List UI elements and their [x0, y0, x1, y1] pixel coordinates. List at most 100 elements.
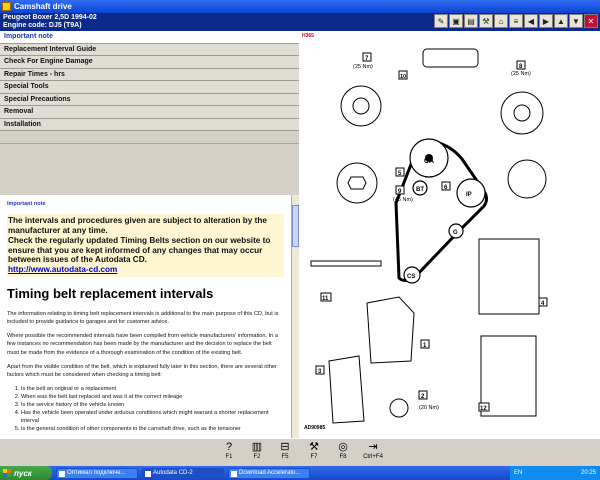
task-label: Оптимал подключе...: [67, 470, 126, 476]
fkey-label: F8: [339, 454, 347, 460]
window-icon: [231, 470, 237, 477]
exit-icon: ⇥: [368, 441, 378, 453]
belt-icon: ◎: [338, 441, 348, 453]
task-download-accelerator[interactable]: Download Accelerato...: [228, 467, 310, 479]
list-item: Has the vehicle been operated under ardu…: [21, 409, 284, 425]
forward-icon[interactable]: ▶: [539, 14, 553, 28]
section-menu: Important note Replacement Interval Guid…: [0, 31, 299, 161]
camshaft-drive-diagram: H365 CA BT IP G CS 7 (25 Nm) 8 (25 Nm) 1: [299, 31, 600, 438]
ctrl-f4-button[interactable]: ⇥ Ctrl+F4: [358, 440, 388, 466]
f8-button[interactable]: ◎ F8: [330, 440, 356, 466]
close-icon[interactable]: ✕: [584, 14, 598, 28]
upper-cover: [366, 296, 415, 364]
label-bt: BT: [416, 187, 424, 193]
diagram-svg: H365 CA BT IP G CS 7 (25 Nm) 8 (25 Nm) 1: [302, 33, 548, 431]
pump-detail: [507, 159, 547, 199]
menu-item-special-precautions[interactable]: Special Precautions: [0, 93, 299, 106]
tools-icon[interactable]: ⚒: [479, 14, 493, 28]
fkey-label: Ctrl+F4: [363, 454, 383, 460]
detail-4-drawing: [478, 238, 540, 315]
f5-button[interactable]: ⊟ F5: [272, 440, 298, 466]
detail-8-sprocket: [500, 91, 544, 135]
lower-cover: [328, 355, 365, 424]
list-item: Is the general condition of other compon…: [21, 425, 284, 433]
tensioner-detail: [389, 398, 409, 418]
autodata-link[interactable]: http://www.autodata-cd.com: [8, 265, 283, 275]
important-notice: The intervals and procedures given are s…: [7, 214, 284, 278]
torque-9: (45 Nm): [393, 197, 413, 203]
toolbar: ✎ ▣ ▤ ⚒ ⌂ ≡ ◀ ▶ ▲ ▼ ✕: [434, 14, 598, 28]
windows-flag-icon: [3, 469, 11, 477]
app-icon: [2, 2, 11, 11]
back-icon[interactable]: ◀: [524, 14, 538, 28]
torque-8: (25 Nm): [511, 71, 531, 77]
menu-item-engine-damage[interactable]: Check For Engine Damage: [0, 56, 299, 69]
paragraph-3: Apart from the visible condition of the …: [7, 363, 277, 378]
start-label: пуск: [14, 468, 32, 478]
task-autodata[interactable]: Autodata CD-2: [142, 467, 224, 479]
diagram-ref-top: H365: [302, 33, 314, 39]
fkey-label: F5: [281, 454, 289, 460]
locking-tool: [422, 48, 479, 68]
callout-10: 10: [400, 74, 406, 80]
page-heading: Timing belt replacement intervals: [7, 286, 214, 302]
callout-12: 12: [480, 406, 487, 412]
start-button[interactable]: пуск: [0, 466, 52, 480]
fkey-label: F2: [253, 454, 261, 460]
paragraph-2: Where possible the recommended intervals…: [7, 333, 278, 356]
tools-icon: ⚒: [309, 441, 319, 453]
up-icon[interactable]: ▲: [554, 14, 568, 28]
task-label: Autodata CD-2: [153, 470, 193, 476]
open-book-icon: ⊟: [280, 441, 290, 453]
notice-text-1: The intervals and procedures given are s…: [8, 216, 267, 235]
label-cs: CS: [407, 274, 415, 280]
home-icon[interactable]: ⌂: [494, 14, 508, 28]
detail-7-sprocket: [340, 85, 382, 127]
task-label: Download Accelerato...: [239, 470, 301, 476]
f1-button[interactable]: ? F1: [216, 440, 242, 466]
engine-code: Engine code: DJ5 (T9A): [3, 22, 82, 29]
f7-button[interactable]: ⚒ F7: [301, 440, 327, 466]
label-ca: CA: [424, 158, 434, 165]
list-item: Is the belt an original or a replacement: [21, 385, 284, 393]
list-item: When was the belt last replaced and was …: [21, 393, 284, 401]
window-title: Camshaft drive: [14, 2, 72, 11]
content-pane: Important note The intervals and procedu…: [0, 195, 291, 438]
menu-item-replacement-interval[interactable]: Replacement Interval Guide: [0, 43, 299, 56]
window-icon: [145, 470, 151, 477]
lock-icon[interactable]: ▣: [449, 14, 463, 28]
window-icon: [59, 470, 65, 477]
menu-item-repair-times[interactable]: Repair Times - hrs: [0, 68, 299, 81]
content-scrollbar[interactable]: [291, 195, 299, 438]
task-optimal[interactable]: Оптимал подключе...: [56, 467, 138, 479]
menu-item-removal[interactable]: Removal: [0, 106, 299, 119]
down-icon[interactable]: ▼: [569, 14, 583, 28]
section-label: Important note: [7, 201, 46, 207]
paragraph-1: The information relating to timing belt …: [7, 311, 279, 326]
label-ip: IP: [466, 192, 472, 198]
taskbar: пуск Оптимал подключе... Autodata CD-2 D…: [0, 466, 600, 480]
list-item: Is the service history of the vehicle kn…: [21, 401, 284, 409]
diagram-ref-bottom: AD90985: [304, 425, 325, 431]
clock: 20:25: [580, 470, 596, 476]
label-g: G: [453, 230, 458, 236]
scrollbar-thumb[interactable]: [292, 205, 299, 247]
menu-item-special-tools[interactable]: Special Tools: [0, 81, 299, 94]
menu-item-installation[interactable]: Installation: [0, 118, 299, 131]
callout-11: 11: [322, 296, 329, 302]
sidebar-empty-area: [0, 143, 299, 195]
system-tray: EN 20:25: [510, 466, 600, 480]
fkey-label: F7: [310, 454, 318, 460]
checklist: Is the belt an original or a replacement…: [21, 385, 284, 434]
language-indicator[interactable]: EN: [514, 470, 522, 476]
f2-button[interactable]: ▥ F2: [244, 440, 270, 466]
notes-icon[interactable]: ✎: [434, 14, 448, 28]
list-icon[interactable]: ≡: [509, 14, 523, 28]
print-icon[interactable]: ▤: [464, 14, 478, 28]
window-titlebar: Camshaft drive: [0, 0, 600, 13]
menu-item-important-note[interactable]: Important note: [0, 31, 299, 44]
setting-bar: [310, 260, 382, 267]
vehicle-name: Peugeot Boxer 2,5D 1994-02: [3, 14, 97, 21]
function-key-bar: ? F1 ▥ F2 ⊟ F5 ⚒ F7 ◎ F8 ⇥ Ctrl+F4: [0, 438, 600, 466]
fkey-label: F1: [225, 454, 233, 460]
